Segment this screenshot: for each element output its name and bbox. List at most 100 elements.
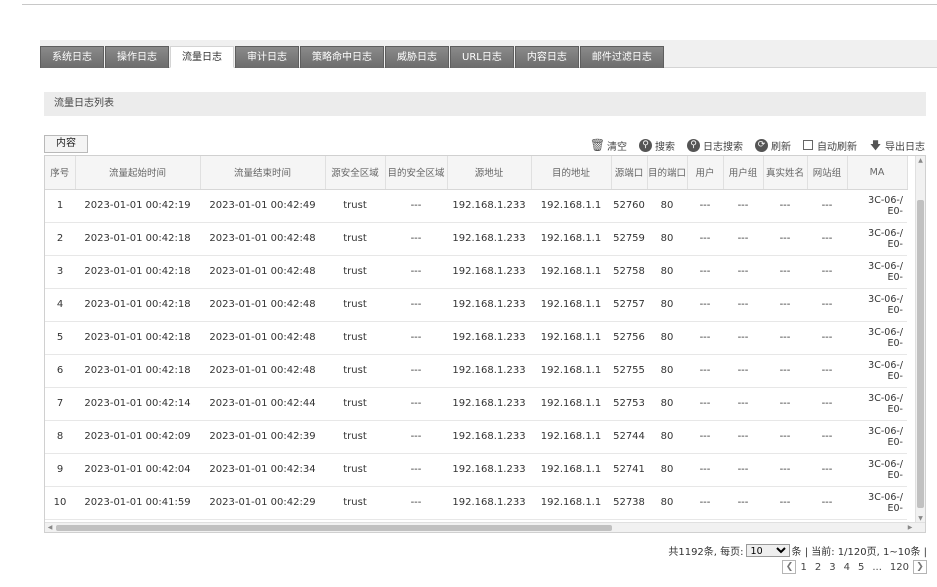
tab-8[interactable]: 邮件过滤日志 (579, 46, 664, 68)
clear-button[interactable]: 🗑 清空 (589, 137, 627, 153)
table-cell: 2023-01-01 00:42:19 (75, 189, 200, 223)
refresh-label: 刷新 (771, 141, 791, 153)
mac-cell: 3C-06-/E0- (847, 189, 907, 223)
table-row[interactable]: 9 2023-01-01 00:42:04 2023-01-01 00:42:34 t… (45, 453, 907, 487)
table-cell: 192.168.1.233 (447, 354, 531, 388)
tab-6[interactable]: URL日志 (450, 46, 514, 68)
table-row[interactable]: 4 2023-01-01 00:42:18 2023-01-01 00:42:48 t… (45, 288, 907, 322)
column-header[interactable]: 网站组 (807, 156, 848, 190)
table-row[interactable]: 2 2023-01-01 00:42:18 2023-01-01 00:42:48 t… (45, 222, 907, 256)
table-cell: 2023-01-01 00:42:34 (200, 453, 325, 487)
table-cell: trust (325, 189, 385, 223)
column-header[interactable]: 目的端口 (647, 156, 688, 190)
table-cell: 7 (45, 387, 75, 421)
table-cell: --- (723, 189, 763, 223)
tab-5[interactable]: 威胁日志 (385, 46, 449, 68)
table-cell: 192.168.1.1 (531, 453, 611, 487)
horizontal-scrollbar[interactable]: ◀ ▶ (45, 522, 925, 532)
table-cell: --- (385, 255, 447, 289)
table-cell: 52753 (611, 387, 647, 421)
table-cell: --- (687, 222, 723, 256)
content-button[interactable]: 内容 (44, 135, 88, 153)
table-body: 1 2023-01-01 00:42:19 2023-01-01 00:42:49 t… (45, 189, 907, 520)
table-row[interactable]: 5 2023-01-01 00:42:18 2023-01-01 00:42:48 t… (45, 321, 907, 355)
prev-page-icon[interactable]: ❮ (782, 560, 797, 574)
column-header[interactable]: MA (847, 156, 908, 190)
horizontal-scroll-thumb[interactable] (56, 525, 612, 531)
table-cell: --- (723, 354, 763, 388)
table-row[interactable]: 6 2023-01-01 00:42:18 2023-01-01 00:42:48 t… (45, 354, 907, 388)
column-header[interactable]: 源安全区域 (325, 156, 386, 190)
search-button[interactable]: ⚲ 搜索 (639, 138, 675, 153)
tab-3[interactable]: 审计日志 (235, 46, 299, 68)
vertical-scrollbar[interactable]: ▲ ▼ (915, 156, 925, 524)
table-cell: --- (385, 222, 447, 256)
table-row[interactable]: 8 2023-01-01 00:42:09 2023-01-01 00:42:39 t… (45, 420, 907, 454)
next-page-icon[interactable]: ❯ (913, 560, 927, 574)
table-cell: 2023-01-01 00:42:18 (75, 354, 200, 388)
table-cell: --- (763, 486, 807, 520)
table-row[interactable]: 1 2023-01-01 00:42:19 2023-01-01 00:42:49 t… (45, 189, 907, 223)
page-link[interactable]: 5 (858, 562, 864, 573)
column-header[interactable]: 用户组 (723, 156, 764, 190)
table-cell: trust (325, 486, 385, 520)
table-cell: 2023-01-01 00:42:29 (200, 486, 325, 520)
table-cell: --- (687, 420, 723, 454)
table-cell: 52741 (611, 453, 647, 487)
tab-1[interactable]: 操作日志 (105, 46, 169, 68)
table-row[interactable]: 7 2023-01-01 00:42:14 2023-01-01 00:42:44 t… (45, 387, 907, 421)
table-cell: 52760 (611, 189, 647, 223)
table-cell: trust (325, 387, 385, 421)
column-header[interactable]: 源地址 (447, 156, 532, 190)
table-cell: 192.168.1.1 (531, 255, 611, 289)
scroll-right-icon[interactable]: ▶ (905, 523, 915, 532)
table-cell: 80 (647, 255, 687, 289)
log-search-button[interactable]: ⚲ 日志搜索 (687, 138, 743, 153)
page-link[interactable]: 120 (890, 562, 909, 573)
table-cell: 2023-01-01 00:41:59 (75, 486, 200, 520)
column-header[interactable]: 源端口 (611, 156, 648, 190)
column-header[interactable]: 目的安全区域 (385, 156, 448, 190)
vertical-scroll-thumb[interactable] (917, 200, 924, 508)
trash-icon: 🗑 (589, 137, 606, 152)
column-header[interactable]: 流量起始时间 (75, 156, 201, 190)
tab-7[interactable]: 内容日志 (514, 46, 579, 68)
column-header[interactable]: 用户 (687, 156, 724, 190)
table-cell: 2023-01-01 00:42:04 (75, 453, 200, 487)
refresh-button[interactable]: ⟳ 刷新 (755, 138, 791, 153)
tab-4[interactable]: 策略命中日志 (300, 46, 384, 68)
mac-line: E0- (887, 403, 903, 415)
page-link[interactable]: 1 (800, 562, 806, 573)
column-header[interactable]: 目的地址 (531, 156, 612, 190)
scroll-left-icon[interactable]: ◀ (45, 523, 55, 532)
mac-line: E0- (887, 436, 903, 448)
scroll-up-icon[interactable]: ▲ (916, 156, 925, 166)
column-header[interactable]: 流量结束时间 (200, 156, 326, 190)
tab-2[interactable]: 流量日志 (170, 46, 234, 68)
table-cell: 2023-01-01 00:42:48 (200, 354, 325, 388)
page-size-select[interactable]: 10 (745, 543, 790, 557)
table-row[interactable]: 10 2023-01-01 00:41:59 2023-01-01 00:42:29… (45, 486, 907, 520)
tab-0[interactable]: 系统日志 (40, 46, 104, 68)
page-link[interactable]: 3 (829, 562, 835, 573)
table-cell: --- (687, 288, 723, 322)
auto-refresh-toggle[interactable]: 自动刷新 (803, 138, 857, 153)
traffic-log-table: 序号 流量起始时间 流量结束时间 源安全区域 目的安全区域 源地址 目的地址 源端口 目的端口用… (44, 155, 926, 533)
table-cell: --- (723, 255, 763, 289)
table-cell: --- (385, 321, 447, 355)
table-cell: 2023-01-01 00:42:48 (200, 222, 325, 256)
column-header[interactable]: 真实姓名 (763, 156, 808, 190)
export-button[interactable]: 🡇 导出日志 (869, 138, 925, 153)
column-header[interactable]: 序号 (45, 156, 76, 190)
table-cell: 2023-01-01 00:42:14 (75, 387, 200, 421)
page-link[interactable]: 4 (844, 562, 850, 573)
table-cell: 192.168.1.233 (447, 321, 531, 355)
pager-current: 条 | 当前: 1/120页, 1~10条 | (791, 546, 927, 558)
table-cell: 192.168.1.1 (531, 486, 611, 520)
table-cell: 192.168.1.1 (531, 288, 611, 322)
table-cell: --- (807, 420, 847, 454)
page-link[interactable]: 2 (815, 562, 821, 573)
table-row[interactable]: 3 2023-01-01 00:42:18 2023-01-01 00:42:48 t… (45, 255, 907, 289)
table-cell: 80 (647, 321, 687, 355)
auto-refresh-checkbox[interactable] (803, 140, 813, 150)
